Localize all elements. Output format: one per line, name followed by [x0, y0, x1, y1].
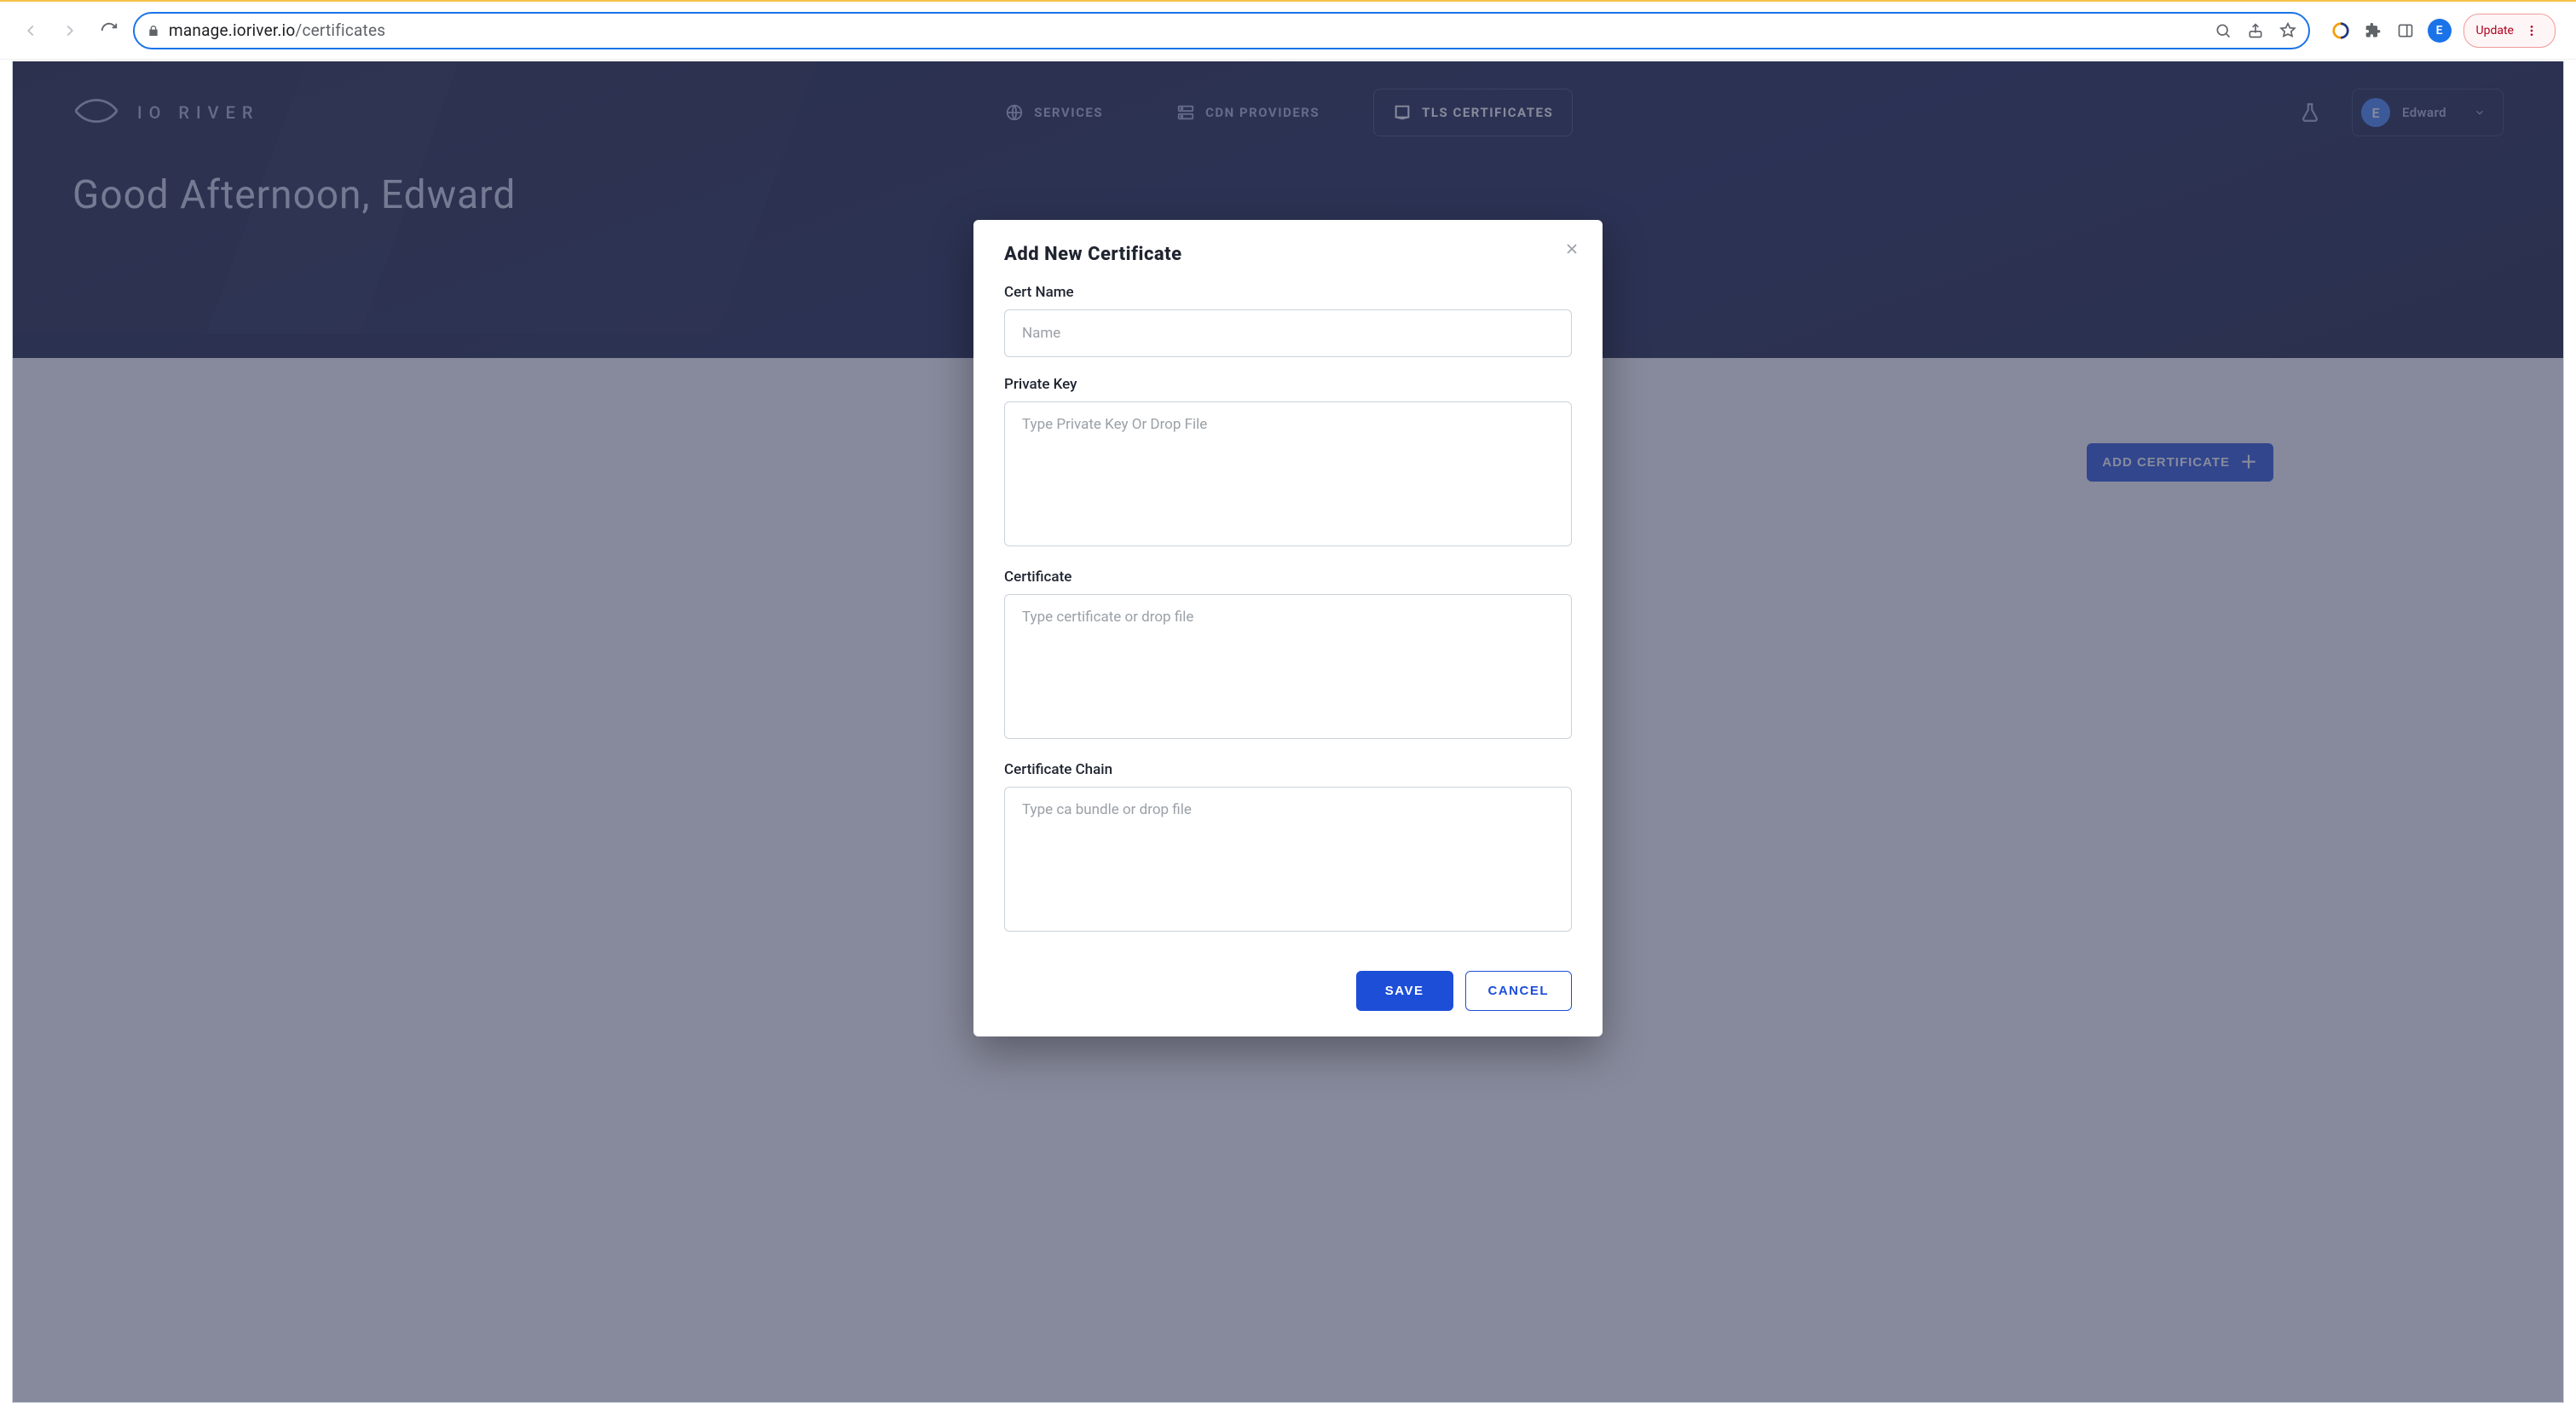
- forward-button[interactable]: [55, 15, 85, 46]
- lock-icon: [147, 24, 160, 38]
- profile-avatar[interactable]: E: [2428, 19, 2452, 43]
- reload-button[interactable]: [94, 15, 124, 46]
- url-text: manage.ioriver.io/certificates: [169, 20, 385, 40]
- update-label: Update: [2476, 24, 2514, 38]
- app-viewport: IO RIVER SERVICES CDN PROVIDERS: [12, 61, 2564, 1403]
- private-key-input[interactable]: [1004, 401, 1572, 546]
- cancel-button[interactable]: CANCEL: [1465, 971, 1573, 1011]
- add-certificate-modal: Add New Certificate Cert Name Private Ke…: [973, 220, 1603, 1036]
- panel-icon[interactable]: [2395, 20, 2416, 41]
- url-path: /certificates: [295, 20, 385, 40]
- bookmark-star-icon[interactable]: [2279, 22, 2296, 39]
- address-bar[interactable]: manage.ioriver.io/certificates: [133, 12, 2310, 49]
- url-host: manage.ioriver.io: [169, 20, 295, 40]
- save-button[interactable]: SAVE: [1356, 971, 1453, 1011]
- cert-name-label: Cert Name: [1004, 284, 1572, 301]
- certificate-label: Certificate: [1004, 569, 1572, 586]
- share-icon[interactable]: [2247, 22, 2264, 39]
- modal-title: Add New Certificate: [1004, 244, 1572, 265]
- modal-close-button[interactable]: [1562, 239, 1582, 259]
- browser-toolbar: manage.ioriver.io/certificates E Update: [0, 0, 2576, 60]
- extensions-icon[interactable]: [2363, 20, 2383, 41]
- zoom-icon[interactable]: [2215, 22, 2232, 39]
- update-button[interactable]: Update: [2463, 14, 2556, 48]
- kebab-icon[interactable]: [2521, 20, 2543, 42]
- chain-input[interactable]: [1004, 787, 1572, 932]
- certificate-input[interactable]: [1004, 594, 1572, 739]
- back-button[interactable]: [15, 15, 46, 46]
- chain-label: Certificate Chain: [1004, 761, 1572, 778]
- extension-swirl-icon[interactable]: [2331, 20, 2351, 41]
- cert-name-input[interactable]: [1004, 309, 1572, 357]
- private-key-label: Private Key: [1004, 376, 1572, 393]
